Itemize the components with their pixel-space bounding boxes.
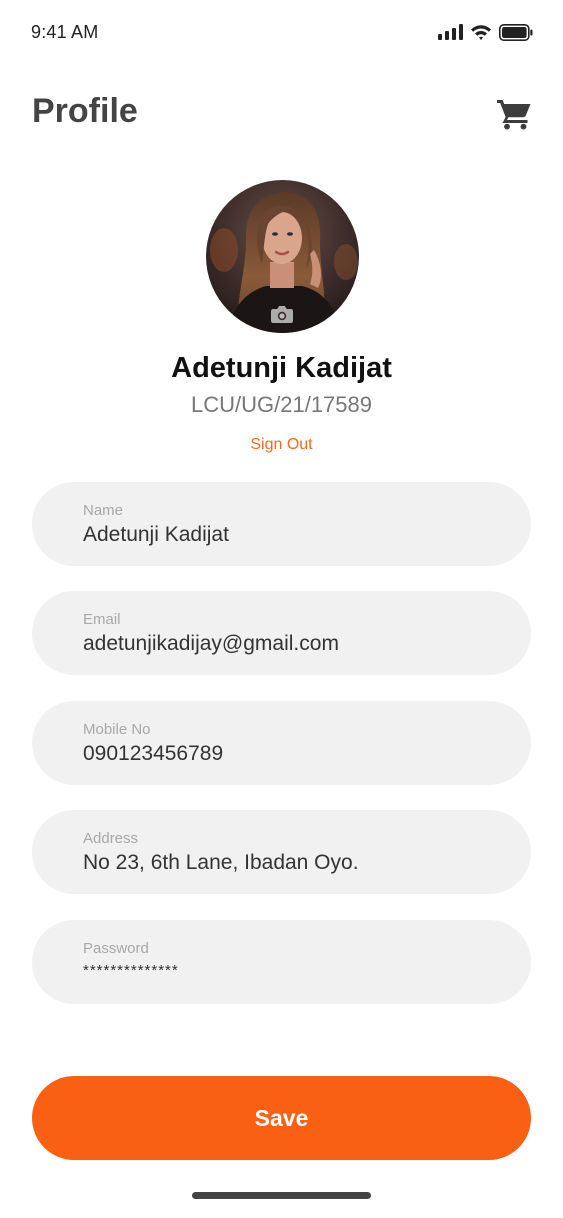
cart-icon[interactable]	[496, 98, 532, 130]
profile-id: LCU/UG/21/17589	[191, 392, 372, 417]
save-button[interactable]: Save	[32, 1076, 531, 1160]
status-time: 9:41 AM	[31, 22, 99, 42]
signal-icon	[438, 24, 463, 40]
status-icons	[438, 22, 533, 42]
name-field[interactable]: Name	[32, 482, 531, 566]
email-input[interactable]	[83, 632, 503, 656]
profile-name: Adetunji Kadijat	[171, 352, 392, 384]
sign-out-link[interactable]: Sign Out	[231, 436, 332, 454]
mobile-input[interactable]	[83, 742, 503, 766]
address-label: Address	[83, 830, 139, 847]
password-field[interactable]: Password	[32, 920, 531, 1004]
email-label: Email	[83, 611, 121, 628]
password-input[interactable]	[83, 962, 503, 979]
wifi-icon	[471, 25, 491, 40]
home-indicator[interactable]	[192, 1192, 371, 1199]
page-title: Profile	[32, 92, 138, 130]
password-label: Password	[83, 940, 149, 957]
mobile-label: Mobile No	[83, 721, 151, 738]
email-field[interactable]: Email	[32, 591, 531, 675]
status-bar: 9:41 AM	[0, 0, 563, 66]
camera-icon[interactable]	[270, 304, 294, 324]
name-input[interactable]	[83, 523, 503, 547]
mobile-field[interactable]: Mobile No	[32, 701, 531, 785]
battery-icon	[499, 23, 533, 41]
name-label: Name	[83, 502, 124, 519]
address-field[interactable]: Address	[32, 810, 531, 894]
address-input[interactable]	[83, 851, 503, 875]
